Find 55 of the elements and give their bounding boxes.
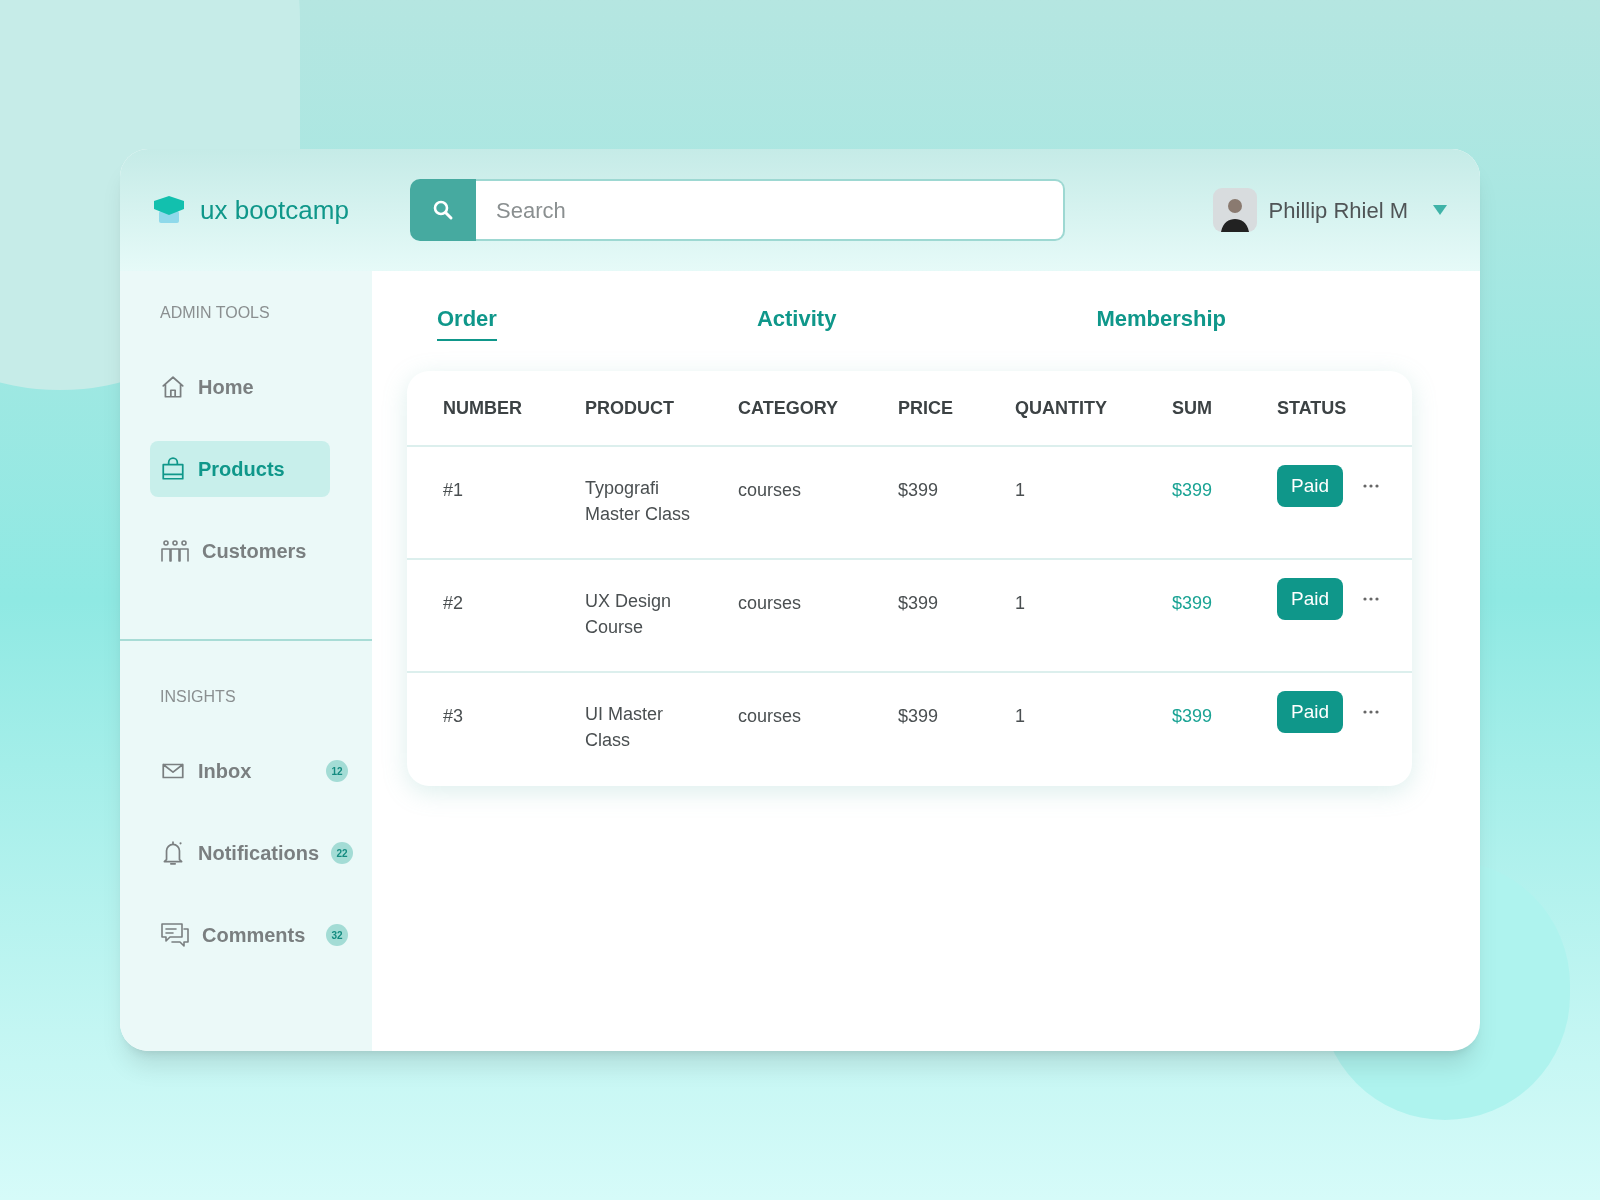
avatar-icon: [1212, 188, 1257, 232]
status-button[interactable]: Paid: [1277, 691, 1343, 733]
search-button[interactable]: [410, 179, 476, 241]
table-cell-text: $399: [1172, 705, 1214, 728]
sidebar-item[interactable]: Products: [150, 441, 330, 497]
count-badge: 22: [331, 842, 354, 864]
more-options-icon[interactable]: [1363, 484, 1379, 488]
column-header: CATEGORY: [738, 396, 839, 420]
table-cell-text: $399: [898, 479, 940, 502]
search-icon: [431, 198, 455, 222]
column-header: QUANTITY: [1015, 396, 1108, 420]
table-cell-text: courses: [738, 592, 803, 615]
brand-name: ux bootcamp: [200, 193, 349, 227]
table-cell-text: Typografi Master Class: [585, 477, 692, 526]
table-cell-text: $399: [898, 592, 940, 615]
tab[interactable]: Order: [437, 301, 497, 341]
column-header: STATUS: [1277, 396, 1348, 420]
home-icon: [160, 374, 186, 400]
table-cell-text: #3: [443, 705, 465, 728]
tab[interactable]: Activity: [756, 301, 837, 341]
count-badge: 32: [326, 924, 348, 946]
table-cell-text: courses: [738, 479, 803, 502]
tab[interactable]: Membership: [1096, 301, 1226, 341]
section-title: ADMIN TOOLS: [159, 303, 271, 323]
table-cell-text: courses: [738, 705, 803, 728]
more-options-icon[interactable]: [1363, 597, 1379, 601]
more-options-icon[interactable]: [1363, 710, 1379, 714]
column-header: PRICE: [898, 396, 954, 420]
sidebar-item[interactable]: Customers: [150, 523, 358, 579]
table-cell-text: UI Master Class: [585, 703, 664, 752]
table-cell-text: 1: [1015, 592, 1026, 615]
status-button[interactable]: Paid: [1277, 465, 1343, 507]
count-badge: 12: [326, 760, 348, 782]
sidebar-item[interactable]: Notifications 22: [150, 825, 358, 881]
user-name: Phillip Rhiel M: [1268, 196, 1408, 225]
table-cell-text: $399: [1172, 592, 1214, 615]
table-cell-text: 1: [1015, 479, 1026, 502]
table-cell-text: $399: [1172, 479, 1214, 502]
column-header: SUM: [1172, 396, 1213, 420]
chat-icon: [160, 921, 190, 949]
section-title: INSIGHTS: [159, 687, 237, 707]
shopping-bag-icon: [160, 456, 186, 482]
table-cell-text: 1: [1015, 705, 1026, 728]
table-cell-text: $399: [898, 705, 940, 728]
table-cell-text: #1: [443, 479, 465, 502]
search-field[interactable]: Search: [476, 179, 1065, 241]
column-header: NUMBER: [443, 396, 523, 420]
people-icon: [160, 538, 190, 564]
sidebar-item[interactable]: Inbox 12: [150, 743, 358, 799]
sidebar-item[interactable]: Comments 32: [150, 907, 358, 963]
table-cell-text: UX Design Course: [585, 590, 673, 639]
column-header: PRODUCT: [585, 396, 675, 420]
status-button[interactable]: Paid: [1277, 578, 1343, 620]
sidebar-item[interactable]: Home: [150, 359, 358, 415]
table-cell-text: #2: [443, 592, 465, 615]
